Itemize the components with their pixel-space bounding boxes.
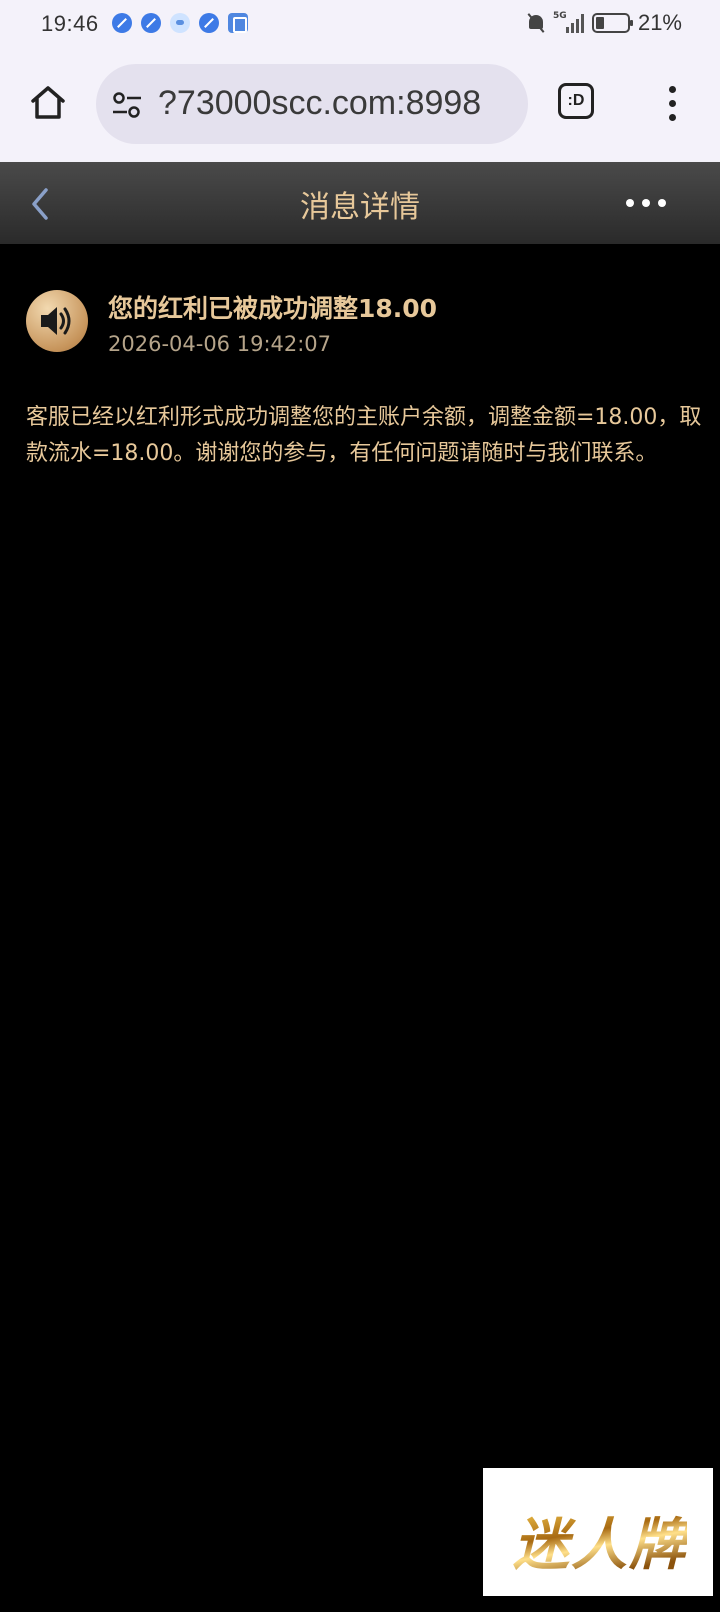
message-body: 客服已经以红利形式成功调整您的主账户余额，调整金额=18.00，取款流水=18.… — [26, 405, 702, 466]
site-settings-icon[interactable] — [112, 92, 142, 118]
dot-icon — [658, 199, 666, 207]
speaker-icon — [41, 307, 71, 335]
bell-off-icon — [526, 12, 546, 34]
doc-icon — [228, 13, 248, 33]
signal-icon: 5G — [552, 11, 584, 33]
status-time: 19:46 — [41, 11, 99, 36]
app-icon — [112, 13, 132, 33]
home-icon — [31, 86, 65, 119]
home-button[interactable] — [28, 82, 68, 122]
browser-toolbar: ?73000scc.com:8998 :D — [0, 48, 720, 162]
dot-icon — [669, 100, 676, 107]
brand-logo-text: 迷人牌 — [513, 1500, 687, 1581]
app-header: 消息详情 — [0, 162, 720, 244]
dot-icon — [669, 86, 676, 93]
dot-icon — [626, 199, 634, 207]
brand-logo: 迷人牌 — [483, 1468, 713, 1596]
url-text[interactable]: ?73000scc.com:8998 — [158, 84, 481, 123]
battery-icon — [591, 13, 633, 33]
dot-icon — [642, 199, 650, 207]
dot-icon — [669, 114, 676, 121]
browser-menu-button[interactable] — [660, 84, 684, 124]
page-title: 消息详情 — [300, 190, 420, 225]
app-icon — [199, 13, 219, 33]
message-title: 您的红利已被成功调整18.00 — [108, 294, 438, 323]
url-field[interactable]: ?73000scc.com:8998 — [96, 64, 528, 144]
more-button[interactable] — [624, 194, 668, 210]
network-label: 5G — [552, 11, 567, 21]
battery-percent: 21% — [637, 10, 682, 35]
notification-icons — [112, 13, 248, 33]
ghost-icon — [170, 13, 190, 33]
message-timestamp: 2026-04-06 19:42:07 — [108, 332, 332, 356]
status-bar: 19:46 5G 21% — [0, 0, 720, 48]
speaker-icon-badge — [26, 290, 88, 352]
app-icon — [141, 13, 161, 33]
tab-switcher-button[interactable]: :D — [558, 83, 594, 119]
status-right: 5G 21% — [526, 10, 682, 36]
